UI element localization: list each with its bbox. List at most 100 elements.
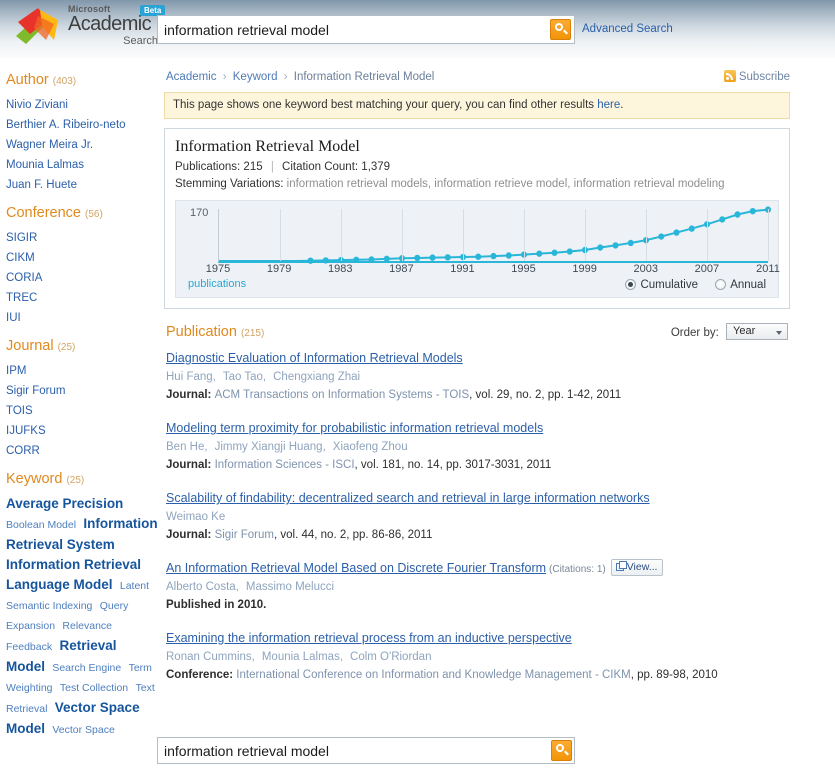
chart-point-1986[interactable] xyxy=(383,255,390,263)
keyword-tag-4[interactable]: Language Model xyxy=(6,577,113,592)
venue-name-link[interactable]: ACM Transactions on Information Systems … xyxy=(215,389,470,401)
facet-title-author: Author (403) xyxy=(6,72,161,90)
keyword-tag-3[interactable]: Information Retrieval xyxy=(6,557,141,572)
sidebar-item-conference-1[interactable]: CIKM xyxy=(6,248,161,268)
chart-point-1994[interactable] xyxy=(505,252,512,259)
chart-point-1993[interactable] xyxy=(490,252,497,260)
radio-cumulative[interactable]: Cumulative xyxy=(625,278,698,292)
top-search-box[interactable] xyxy=(157,15,575,44)
author-link-2[interactable]: Colm O'Riordan xyxy=(350,651,431,663)
sidebar-item-journal-3[interactable]: IJUFKS xyxy=(6,421,161,441)
radio-annual-dot xyxy=(715,279,727,290)
sidebar-item-author-2[interactable]: Wagner Meira Jr. xyxy=(6,135,161,155)
facet-group-journal: Journal (25) IPM Sigir Forum TOIS IJUFKS… xyxy=(6,338,161,461)
chart-point-2010[interactable] xyxy=(749,207,756,215)
author-link-2[interactable]: Chengxiang Zhai xyxy=(273,371,360,383)
publication-published-line: Published in 2010. xyxy=(166,599,267,611)
facet-title-journal: Journal (25) xyxy=(6,338,161,356)
chart-legend-publications[interactable]: publications xyxy=(188,278,246,290)
sidebar-item-author-0[interactable]: Nivio Ziviani xyxy=(6,95,161,115)
chart-point-1996[interactable] xyxy=(536,250,543,257)
publication-title-link[interactable]: Diagnostic Evaluation of Information Ret… xyxy=(166,351,463,365)
sidebar-item-conference-0[interactable]: SIGIR xyxy=(6,228,161,248)
author-link-2[interactable]: Xiaofeng Zhou xyxy=(333,441,408,453)
search-input[interactable] xyxy=(158,16,548,43)
chart-x-tick-2003: 2003 xyxy=(633,263,659,275)
order-by-value: Year xyxy=(733,325,756,337)
bottom-search-box[interactable] xyxy=(157,737,575,764)
sidebar-item-journal-4[interactable]: CORR xyxy=(6,441,161,461)
author-link-1[interactable]: Massimo Melucci xyxy=(246,581,334,593)
chart-point-2004[interactable] xyxy=(658,233,665,240)
notice-here-link[interactable]: here xyxy=(597,99,620,111)
venue-name-link[interactable]: Sigir Forum xyxy=(215,529,274,541)
keyword-info-panel: Information Retrieval Model Publications… xyxy=(164,128,790,309)
chart-gridline-1 xyxy=(280,209,281,261)
radio-annual[interactable]: Annual xyxy=(715,278,766,292)
breadcrumb-item-keyword[interactable]: Keyword xyxy=(233,71,278,83)
chart-point-1997[interactable] xyxy=(551,249,558,256)
venue-name-link[interactable]: International Conference on Information … xyxy=(236,669,630,681)
publication-title-link[interactable]: Examining the information retrieval proc… xyxy=(166,631,572,645)
search-icon xyxy=(555,23,563,31)
sidebar-item-journal-1[interactable]: Sigir Forum xyxy=(6,381,161,401)
author-link-0[interactable]: Hui Fang, xyxy=(166,371,216,383)
chart-point-1998[interactable] xyxy=(566,248,573,255)
publication-title-link[interactable]: Scalability of findability: decentralize… xyxy=(166,491,650,505)
sidebar-item-author-3[interactable]: Mounia Lalmas xyxy=(6,155,161,175)
sidebar-item-journal-2[interactable]: TOIS xyxy=(6,401,161,421)
publication-venue: Conference: International Conference on … xyxy=(166,667,790,684)
chart-point-2002[interactable] xyxy=(627,239,634,247)
chart-point-1988[interactable] xyxy=(414,254,421,262)
order-by-select[interactable]: Year xyxy=(726,323,788,340)
chart-x-tick-1995: 1995 xyxy=(511,263,536,275)
publication-authors: Alberto Costa, Massimo Melucci xyxy=(166,578,790,596)
chart-series-line xyxy=(219,206,772,264)
keyword-tag-0[interactable]: Average Precision xyxy=(6,496,123,511)
author-link-0[interactable]: Alberto Costa, xyxy=(166,581,239,593)
keyword-tag-1[interactable]: Boolean Model xyxy=(6,519,76,531)
chart-point-2009[interactable] xyxy=(734,211,741,218)
view-button[interactable]: View... xyxy=(610,559,664,576)
sidebar-item-journal-0[interactable]: IPM xyxy=(6,361,161,381)
facet-group-author: Author (403) Nivio Ziviani Berthier A. R… xyxy=(6,72,161,195)
order-by-control: Order by: Year xyxy=(671,323,788,340)
venue-name-link[interactable]: Information Sciences - ISCI xyxy=(215,459,355,471)
sidebar-item-author-1[interactable]: Berthier A. Ribeiro-neto xyxy=(6,115,161,135)
author-link-0[interactable]: Ronan Cummins, xyxy=(166,651,255,663)
search-button[interactable] xyxy=(550,19,571,40)
chart-gridline-4 xyxy=(463,209,464,261)
advanced-search-link[interactable]: Advanced Search xyxy=(582,23,673,35)
chart-x-tick-2007: 2007 xyxy=(694,263,720,275)
sidebar-item-conference-4[interactable]: IUI xyxy=(6,308,161,328)
bottom-search-button[interactable] xyxy=(551,740,572,761)
sidebar-item-conference-3[interactable]: TREC xyxy=(6,288,161,308)
chart-point-1990[interactable] xyxy=(444,254,451,261)
breadcrumb-item-academic[interactable]: Academic xyxy=(166,71,217,83)
chart-point-2008[interactable] xyxy=(719,216,726,223)
author-link-1[interactable]: Tao Tao, xyxy=(223,371,266,383)
chart-point-2005[interactable] xyxy=(673,229,680,236)
sidebar-item-conference-2[interactable]: CORIA xyxy=(6,268,161,288)
keyword-tag-11[interactable]: Test Collection xyxy=(60,682,128,694)
author-link-1[interactable]: Jimmy Xiangji Huang, xyxy=(215,441,326,453)
chart-point-1989[interactable] xyxy=(429,254,436,261)
publication-section-title: Publication (215) xyxy=(166,324,264,340)
publication-title-link[interactable]: An Information Retrieval Model Based on … xyxy=(166,561,546,575)
author-link-0[interactable]: Weimao Ke xyxy=(166,511,225,523)
author-link-1[interactable]: Mounia Lalmas, xyxy=(262,651,343,663)
chart-point-2000[interactable] xyxy=(597,244,604,251)
site-logo[interactable]: Microsoft Academic Search Beta xyxy=(14,2,166,52)
subscribe-link[interactable]: Subscribe xyxy=(723,70,790,84)
publication-title-link[interactable]: Modeling term proximity for probabilisti… xyxy=(166,421,543,435)
keyword-tag-14[interactable]: Vector Space xyxy=(52,724,114,736)
chart-point-2006[interactable] xyxy=(688,225,695,232)
keyword-tag-9[interactable]: Search Engine xyxy=(52,662,121,674)
chart-point-1992[interactable] xyxy=(475,253,482,260)
sidebar-item-author-4[interactable]: Juan F. Huete xyxy=(6,175,161,195)
chart-point-2001[interactable] xyxy=(612,242,619,249)
chart-gridline-7 xyxy=(646,209,647,261)
chart-point-1985[interactable] xyxy=(368,256,375,263)
bottom-search-input[interactable] xyxy=(158,738,548,763)
author-link-0[interactable]: Ben He, xyxy=(166,441,208,453)
